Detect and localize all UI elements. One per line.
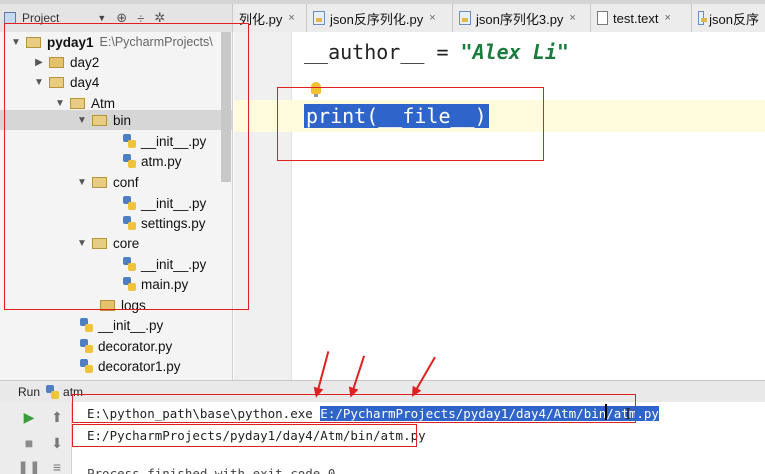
tree-node-decorator-py[interactable]: decorator.py — [0, 336, 232, 356]
code-line-1[interactable]: __author__ = "Alex Li" — [304, 40, 569, 64]
editor-tabs: 列化.py × json反序列化.py × json序列化3.py × test… — [233, 4, 765, 32]
python-file-icon — [313, 11, 325, 25]
scroll-up-icon[interactable]: ⬆ — [48, 408, 66, 426]
tab-json-serialize3[interactable]: json序列化3.py × — [453, 4, 591, 32]
annotation-box-code — [277, 87, 544, 161]
soft-wrap-icon[interactable]: ≡ — [48, 458, 66, 474]
annotation-box-tree — [4, 23, 249, 310]
tab-json-deserialize[interactable]: json反序列化.py × — [307, 4, 453, 32]
scroll-down-icon[interactable]: ⬇ — [48, 434, 66, 452]
run-panel-label: Run — [18, 384, 41, 399]
tab-label: json序列化3.py — [476, 11, 564, 27]
code-identifier: __author__ = — [304, 40, 461, 64]
python-file-icon — [80, 359, 93, 373]
tree-node-decorator1-py[interactable]: decorator1.py — [0, 356, 232, 376]
console-line-3[interactable]: Process finished with exit code 0 — [87, 466, 335, 474]
chevron-down-icon[interactable]: ▼ — [97, 13, 106, 23]
python-file-icon — [459, 11, 471, 25]
tree-node-day4-init[interactable]: __init__.py — [0, 315, 232, 335]
python-file-icon — [80, 318, 93, 332]
tree-node-label: decorator.py — [98, 338, 173, 354]
text-file-icon — [597, 11, 608, 25]
stop-icon[interactable]: ■ — [20, 434, 38, 452]
rerun-icon[interactable]: ▶ — [20, 408, 38, 426]
tab-label: json反序列化.py — [330, 11, 424, 27]
tab-test-text[interactable]: test.text × — [591, 4, 692, 32]
annotation-box-output-line2 — [72, 424, 417, 447]
python-file-icon — [46, 384, 60, 399]
tab-json-deserialize-2[interactable]: json反序 — [692, 4, 765, 32]
run-toolbar: ▶ ⬆ ■ ⬇ ❚❚ ≡ — [0, 402, 72, 474]
code-editor[interactable]: __author__ = "Alex Li" print(__file__) — [234, 32, 765, 380]
tree-node-label: decorator1.py — [98, 358, 181, 374]
close-icon[interactable]: × — [569, 12, 575, 24]
code-string-literal: "Alex Li" — [460, 40, 569, 64]
tree-node-label: __init__.py — [98, 317, 164, 333]
python-file-icon — [80, 339, 93, 353]
close-icon[interactable]: × — [665, 12, 671, 24]
pause-icon[interactable]: ❚❚ — [17, 458, 40, 474]
tab-label: test.text — [613, 10, 659, 26]
python-file-icon — [698, 11, 708, 25]
close-icon[interactable]: × — [429, 12, 435, 24]
tab-label: json反序 — [709, 11, 759, 27]
close-icon[interactable]: × — [288, 12, 294, 24]
